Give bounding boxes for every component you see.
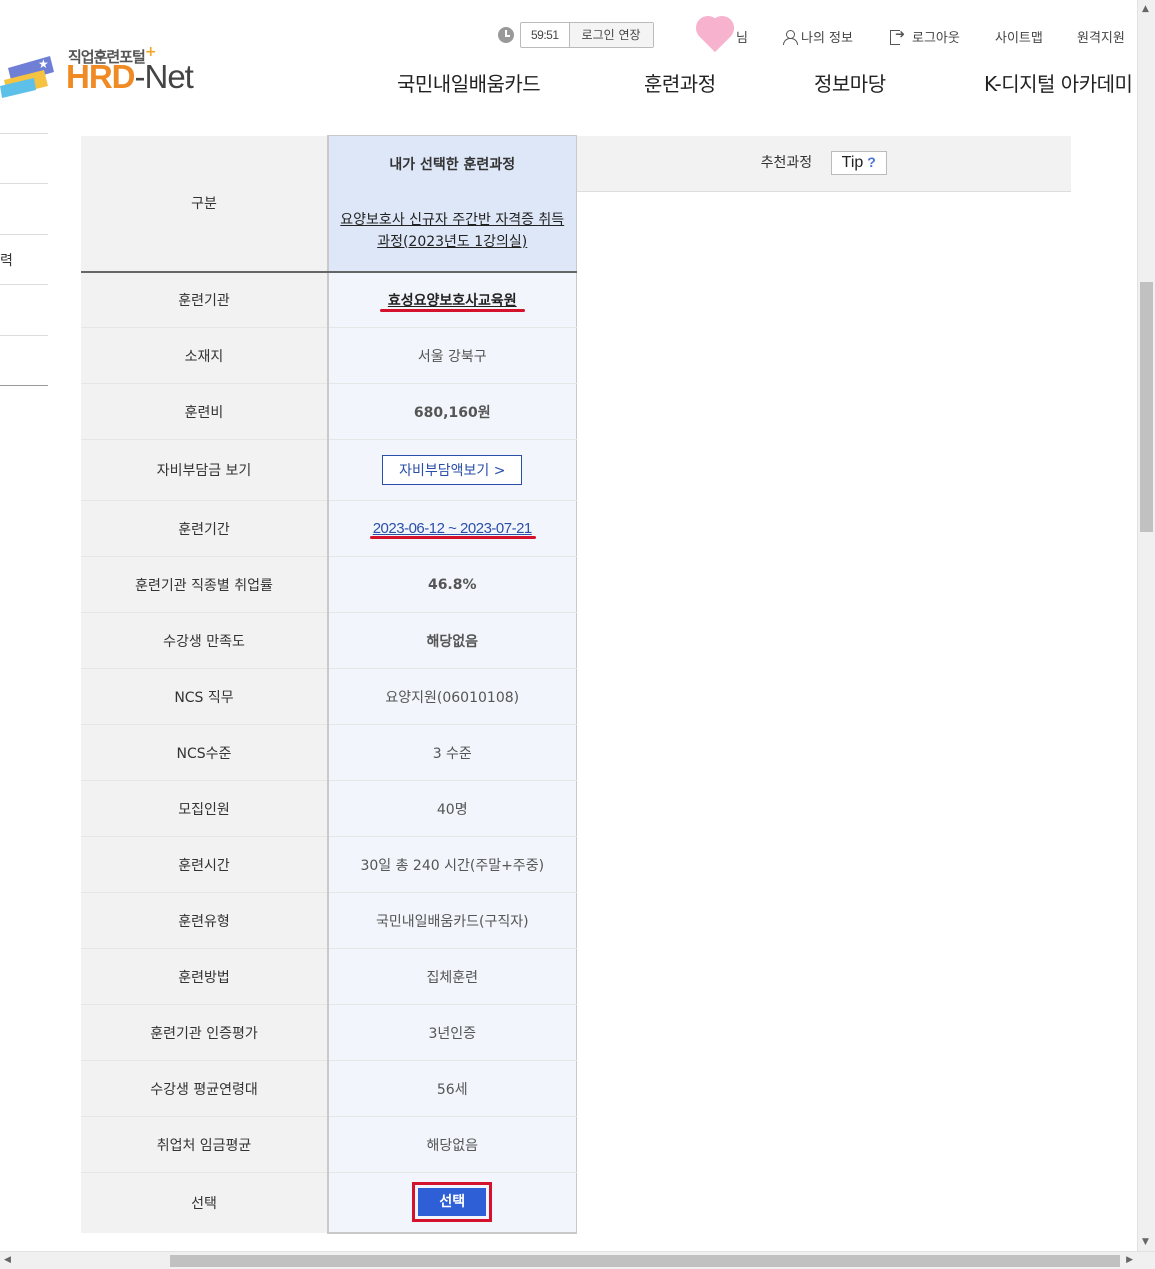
sidebar-divider	[0, 385, 48, 386]
row-label: NCS수준	[81, 724, 328, 781]
scroll-up-icon[interactable]: ▲	[1142, 4, 1149, 14]
period-cell: 2023-06-12 ~ 2023-07-21	[327, 500, 577, 557]
row-label: NCS 직무	[81, 668, 328, 725]
login-extend-button[interactable]: 로그인 연장	[568, 23, 653, 47]
nav-training-courses[interactable]: 훈련과정	[644, 68, 716, 97]
question-icon: ?	[867, 154, 876, 171]
training-hours-value: 30일 총 240 시간(주말+주중)	[327, 836, 577, 893]
sidebar-divider	[0, 335, 48, 336]
heart-redaction-icon	[695, 16, 737, 56]
training-method-value: 집체훈련	[327, 948, 577, 1005]
employment-rate-value: 46.8%	[327, 556, 577, 613]
person-icon	[783, 29, 798, 45]
self-pay-view-button[interactable]: 자비부담액보기 >	[382, 455, 523, 485]
nav-info-center[interactable]: 정보마당	[814, 68, 886, 97]
row-label: 훈련방법	[81, 948, 328, 1005]
sidebar-divider	[0, 284, 48, 285]
annotation-underline	[370, 536, 536, 539]
session-timer: 59:51 로그인 연장	[498, 22, 654, 48]
row-label: 선택	[81, 1172, 328, 1233]
my-info-label: 나의 정보	[801, 31, 853, 46]
user-name-suffix: 님	[736, 31, 748, 46]
timer-box: 59:51 로그인 연장	[520, 22, 654, 48]
certification-value: 3년인증	[327, 1004, 577, 1061]
average-wage-value: 해당없음	[327, 1116, 577, 1173]
row-label: 모집인원	[81, 780, 328, 837]
annotation-underline	[380, 309, 525, 312]
sidebar-divider	[0, 133, 48, 134]
logout-icon	[890, 27, 906, 45]
self-pay-cell: 자비부담액보기 >	[327, 439, 577, 501]
category-header: 구분	[81, 135, 328, 273]
main-navigation: 국민내일배움카드 훈련과정 정보마당 K-디지털 아카데미	[0, 68, 1140, 98]
select-button[interactable]: 선택	[418, 1188, 487, 1217]
row-label: 수강생 평균연령대	[81, 1060, 328, 1117]
scroll-right-icon[interactable]: ▶	[1126, 1255, 1133, 1265]
ncs-level-value: 3 수준	[327, 724, 577, 781]
row-label: 훈련기간	[81, 500, 328, 557]
row-label: 훈련비	[81, 383, 328, 440]
select-highlight: 선택	[412, 1182, 493, 1223]
row-label: 훈련유형	[81, 892, 328, 949]
vertical-scroll-thumb[interactable]	[1140, 282, 1153, 532]
row-label: 수강생 만족도	[81, 612, 328, 669]
satisfaction-value: 해당없음	[327, 612, 577, 669]
logout-link[interactable]: 로그아웃	[890, 27, 960, 46]
horizontal-scrollbar[interactable]: ◀ ▶	[0, 1251, 1155, 1269]
clock-icon	[498, 27, 514, 43]
vertical-scrollbar[interactable]: ▲ ▼	[1137, 0, 1155, 1251]
selected-course-header: 내가 선택한 훈련과정	[327, 135, 577, 192]
average-age-value: 56세	[327, 1060, 577, 1117]
course-title-cell: 요양보호사 신규자 주간반 자격증 취득과정(2023년도 1강의실)	[327, 191, 577, 273]
training-fee-value: 680,160원	[327, 383, 577, 440]
institution-cell: 효성요양보호사교육원	[327, 271, 577, 328]
ncs-job-value: 요양지원(06010108)	[327, 668, 577, 725]
scroll-down-icon[interactable]: ▼	[1142, 1237, 1149, 1247]
recruit-count-value: 40명	[327, 780, 577, 837]
row-label: 훈련시간	[81, 836, 328, 893]
nav-national-card[interactable]: 국민내일배움카드	[397, 68, 541, 97]
row-label: 훈련기관	[81, 271, 328, 328]
sidebar-item-partial[interactable]: 력	[0, 250, 13, 270]
training-type-value: 국민내일배움카드(구직자)	[327, 892, 577, 949]
remote-support-link[interactable]: 원격지원	[1077, 27, 1125, 46]
horizontal-scroll-thumb[interactable]	[170, 1255, 1120, 1267]
nav-k-digital[interactable]: K-디지털 아카데미	[984, 68, 1138, 97]
training-period-link[interactable]: 2023-06-12 ~ 2023-07-21	[373, 520, 533, 537]
scroll-left-icon[interactable]: ◀	[4, 1255, 11, 1265]
select-cell: 선택	[327, 1172, 577, 1234]
timer-value: 59:51	[531, 28, 559, 42]
row-label: 자비부담금 보기	[81, 439, 328, 501]
sidebar-divider	[0, 183, 48, 184]
sitemap-link[interactable]: 사이트맵	[995, 27, 1043, 46]
my-info-link[interactable]: 나의 정보	[783, 27, 853, 46]
recommended-header: 추천과정 Tip?	[575, 135, 1071, 192]
location-value: 서울 강북구	[327, 327, 577, 384]
sidebar-divider	[0, 234, 48, 235]
row-label: 소재지	[81, 327, 328, 384]
row-label: 훈련기관 직종별 취업률	[81, 556, 328, 613]
tip-button[interactable]: Tip?	[830, 151, 887, 176]
recommended-label: 추천과정	[760, 155, 813, 172]
course-compare-table: 구분 내가 선택한 훈련과정 추천과정 Tip? 요양보호사 신규자 주간반 자…	[81, 135, 1071, 1234]
row-label: 훈련기관 인증평가	[81, 1004, 328, 1061]
logout-label: 로그아웃	[912, 31, 960, 46]
course-title-link[interactable]: 요양보호사 신규자 주간반 자격증 취득과정(2023년도 1강의실)	[329, 209, 576, 253]
institution-link[interactable]: 효성요양보호사교육원	[388, 293, 517, 309]
row-label: 취업처 임금평균	[81, 1116, 328, 1173]
